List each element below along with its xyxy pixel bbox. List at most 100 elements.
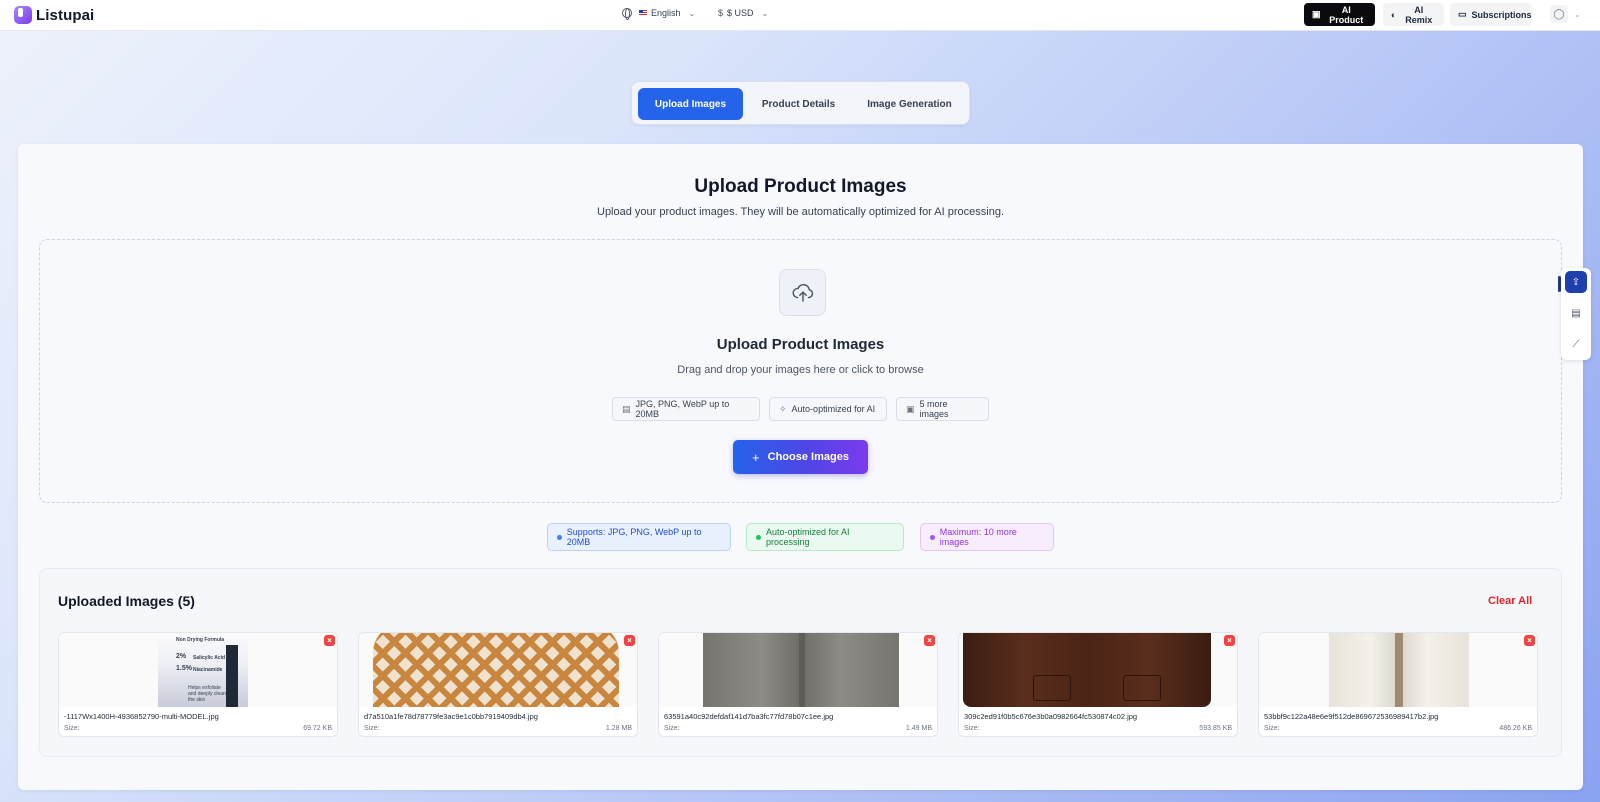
file-size: 69.72 KB (303, 725, 332, 732)
leather-jacket-image (963, 633, 1211, 707)
bullet-dot (930, 534, 935, 540)
size-label: Size: (64, 725, 80, 732)
magic-wand-icon: ⟋ (1572, 338, 1580, 350)
uploaded-image-card[interactable]: × 309c2ed91f0b5c676e3b0a0982664fc530874c… (958, 632, 1238, 737)
dropzone-subtitle: Drag and drop your images here or click … (677, 364, 924, 376)
choose-images-label: Choose Images (767, 451, 849, 463)
subscriptions-button[interactable]: ▭ Subscriptions (1450, 3, 1532, 26)
maximum-text: Maximum: 10 more images (939, 527, 1017, 547)
remove-image-button[interactable]: × (1524, 635, 1535, 646)
currency-value: $ USD (727, 8, 754, 18)
product-text: Niacinamide (193, 667, 223, 673)
remove-image-button[interactable]: × (1224, 635, 1235, 646)
product-text: Helps exfoliate and deeply clean the ski… (188, 685, 226, 703)
generation-step-button[interactable]: ⟋ (1565, 333, 1587, 355)
file-name: 309c2ed91f0b5c676e3b0a0982664fc530874c02… (964, 712, 1138, 721)
document-icon: ▤ (1571, 307, 1581, 319)
package-icon: ▣ (1312, 9, 1321, 19)
ai-product-label: AI Product (1329, 4, 1364, 25)
language-value: English (651, 8, 681, 18)
tab-upload-images[interactable]: Upload Images (638, 88, 743, 120)
uploaded-image-card[interactable]: Non Drying Formula 2% Salicylic Acid 1.5… (58, 632, 338, 737)
chevron-down-icon: ⌄ (1574, 9, 1581, 19)
dollar-icon: $ (718, 8, 724, 18)
details-step-button[interactable]: ▤ (1565, 302, 1587, 324)
cream-pants-image (1329, 633, 1469, 707)
top-navigation-bar: Listupai English ⌄ $ $ USD ⌄ ▣ AI Produc… (0, 0, 1600, 31)
file-size: 486.26 KB (1499, 725, 1532, 732)
remove-image-button[interactable]: × (624, 635, 635, 646)
format-pill-label: JPG, PNG, WebP up to 20MB (635, 399, 730, 419)
file-size: 1.49 MB (905, 725, 932, 732)
us-flag-icon (639, 10, 647, 16)
chevron-down-icon: ⌄ (761, 8, 769, 18)
file-name: 53bbf9c122a48e6e9f512de869672536989417b2… (1264, 712, 1439, 721)
archive-icon: ▣ (906, 403, 915, 414)
image-preview: Non Drying Formula 2% Salicylic Acid 1.5… (59, 633, 337, 707)
clear-all-button[interactable]: Clear All (1488, 595, 1532, 607)
product-text: Salicylic Acid (193, 655, 226, 661)
uploaded-image-card[interactable]: × 63591a40c92defdaf141d7ba3fc77fd78b07c1… (658, 632, 938, 737)
jacket-pocket (1123, 675, 1161, 701)
size-label: Size: (664, 725, 680, 732)
uploaded-images-panel: Uploaded Images (5) Clear All Non Drying… (39, 568, 1562, 757)
bullet-dot (557, 534, 562, 540)
sweater-image (373, 633, 619, 707)
upload-card: Upload Product Images Upload your produc… (18, 144, 1583, 790)
remove-image-button[interactable]: × (924, 635, 935, 646)
tab-product-details[interactable]: Product Details (745, 88, 852, 120)
uploaded-image-card[interactable]: × 53bbf9c122a48e6e9f512de869672536989417… (1258, 632, 1538, 737)
upload-icon: ⇪ (1571, 276, 1581, 288)
image-preview (659, 633, 937, 707)
step-shortcuts: ⇪ ▤ ⟋ (1561, 268, 1591, 360)
image-preview (359, 633, 637, 707)
language-selector[interactable]: English ⌄ (622, 8, 696, 20)
credit-card-icon: ▭ (1458, 9, 1467, 19)
remove-image-button[interactable]: × (324, 635, 335, 646)
product-side-label (226, 645, 238, 707)
file-name: d7a510a1fe78d78779fe3ac9e1c0bb7919409db4… (364, 712, 538, 721)
chevron-down-icon: ⌄ (688, 8, 696, 18)
upload-step-button[interactable]: ⇪ (1565, 271, 1587, 293)
user-menu[interactable]: ◯ ⌄ (1550, 5, 1581, 23)
product-text: 2% (176, 653, 187, 660)
supports-info: Supports: JPG, PNG, WebP up to 20MB (547, 523, 731, 551)
plus-icon: + (752, 449, 760, 465)
page-title: Upload Product Images (694, 176, 907, 197)
currency-selector[interactable]: $ $ USD ⌄ (718, 8, 768, 18)
cloud-upload-icon (779, 269, 826, 316)
uploaded-image-card[interactable]: × d7a510a1fe78d78779fe3ac9e1c0bb7919409d… (358, 632, 638, 737)
remaining-pill-label: 5 more images (919, 399, 949, 419)
size-label: Size: (964, 725, 980, 732)
choose-images-button[interactable]: + Choose Images (733, 440, 868, 474)
pants-image (703, 633, 899, 707)
app-name: Listupai (36, 6, 95, 24)
optimized-pill: ✧ Auto-optimized for AI (769, 397, 887, 421)
image-dropzone[interactable]: Upload Product Images Drag and drop your… (39, 239, 1562, 503)
app-logo[interactable]: Listupai (14, 6, 94, 24)
maximum-info: Maximum: 10 more images (920, 523, 1054, 551)
logo-icon (14, 6, 32, 24)
optimized-text: Auto-optimized for AI processing (765, 527, 850, 547)
jacket-pocket (1033, 675, 1071, 701)
size-label: Size: (364, 725, 380, 732)
product-text: 1.5% (176, 665, 192, 672)
file-icon: ▤ (622, 403, 631, 414)
step-tabs: Upload Images Product Details Image Gene… (631, 81, 970, 125)
file-size: 593.85 KB (1199, 725, 1232, 732)
page-subtitle: Upload your product images. They will be… (597, 206, 1004, 218)
product-text: Non Drying Formula (176, 637, 225, 643)
remaining-pill: ▣ 5 more images (896, 397, 989, 421)
subscriptions-label: Subscriptions (1471, 9, 1532, 20)
ai-product-button[interactable]: ▣ AI Product (1304, 3, 1375, 26)
image-preview (959, 633, 1237, 707)
ai-remix-button[interactable]: ◐ AI Remix (1383, 3, 1444, 26)
tab-image-generation[interactable]: Image Generation (854, 88, 965, 120)
ai-remix-label: AI Remix (1405, 4, 1433, 25)
file-size: 1.28 MB (605, 725, 632, 732)
bullet-dot (756, 534, 761, 540)
file-name: 63591a40c92defdaf141d7ba3fc77fd78b07c1ee… (664, 712, 834, 721)
size-label: Size: (1264, 725, 1280, 732)
format-pill: ▤ JPG, PNG, WebP up to 20MB (612, 397, 760, 421)
file-name: -1117Wx1400H-4936852790-multi-MODEL.jpg (64, 712, 219, 721)
